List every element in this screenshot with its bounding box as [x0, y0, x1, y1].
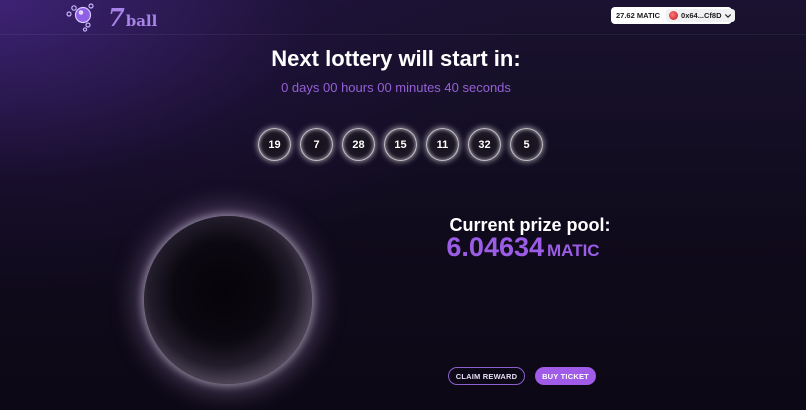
logo-number: 7 [108, 3, 125, 32]
number-ball: 19 [258, 128, 291, 161]
number-ball: 32 [468, 128, 501, 161]
account-avatar-icon [669, 11, 679, 20]
crystal-ball-image [144, 216, 312, 384]
logo-word: ball [125, 12, 158, 30]
number-ball: 15 [384, 128, 417, 161]
wallet-button[interactable]: 27.62 MATIC 0x64...Cf8D [611, 7, 736, 24]
prize-amount: 6.04634 [446, 232, 545, 262]
countdown-timer: 0 days 00 hours 00 minutes 40 seconds [281, 80, 511, 95]
wallet-balance: 27.62 MATIC [616, 11, 661, 20]
number-ball: 7 [300, 128, 333, 161]
lottery-headline: Next lottery will start in: [271, 46, 521, 71]
buy-ticket-button[interactable]: BUY TICKET [535, 367, 596, 385]
winning-numbers: 19 7 28 15 11 32 5 [258, 128, 552, 161]
prize-unit: MATIC [547, 241, 600, 260]
prize-pool-value: 6.04634 MATIC [430, 232, 616, 263]
wallet-account[interactable]: 0x64...Cf8D [666, 9, 736, 22]
number-ball: 28 [342, 128, 375, 161]
wallet-address: 0x64...Cf8D [681, 11, 722, 20]
chevron-down-icon [725, 13, 732, 18]
number-ball: 11 [426, 128, 459, 161]
top-bar: 7 ball 27.62 MATIC 0x64...Cf8D [0, 0, 806, 35]
number-ball: 5 [510, 128, 543, 161]
logo-wordmark[interactable]: 7 ball [108, 3, 158, 32]
claim-reward-button[interactable]: CLAIM REWARD [448, 367, 525, 385]
